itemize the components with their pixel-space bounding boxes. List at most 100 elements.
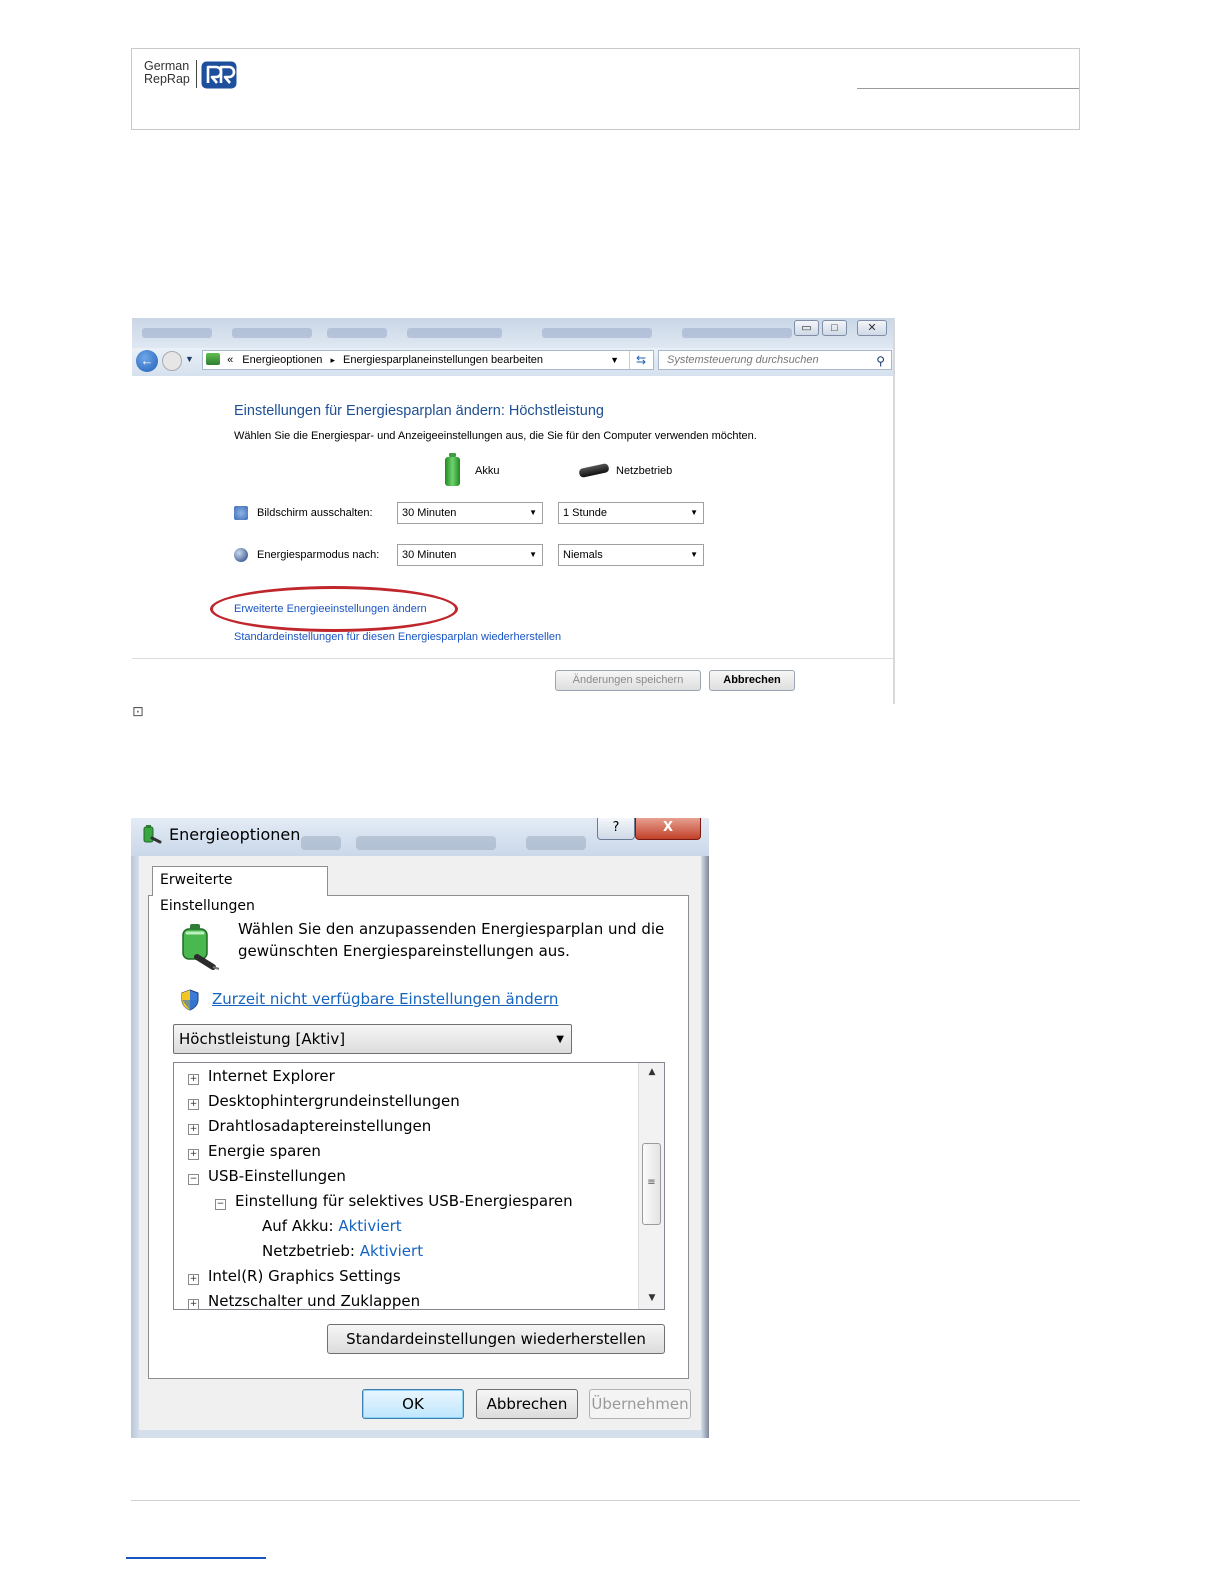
sleep-battery-select[interactable]: 30 Minuten ▼ bbox=[397, 544, 543, 566]
scrollbar-thumb[interactable]: ≡ bbox=[642, 1143, 661, 1225]
sleep-label: Energiesparmodus nach: bbox=[257, 549, 380, 561]
restore-defaults-link[interactable]: Standardeinstellungen für diesen Energie… bbox=[234, 631, 561, 643]
tree-item-sleep[interactable]: + Energie sparen bbox=[188, 1139, 321, 1164]
expand-icon[interactable]: + bbox=[188, 1274, 199, 1285]
expand-icon[interactable]: + bbox=[188, 1099, 199, 1110]
tree-item-label: Auf Akku: bbox=[262, 1217, 334, 1235]
power-plan-select[interactable]: Höchstleistung [Aktiv] ▼ bbox=[173, 1024, 572, 1054]
blurred-tab bbox=[142, 328, 212, 338]
breadcrumb-current[interactable]: Energiesparplaneinstellungen bearbeiten bbox=[343, 354, 543, 366]
display-off-plugged-select[interactable]: 1 Stunde ▼ bbox=[558, 502, 704, 524]
blurred-tab bbox=[327, 328, 387, 338]
tree-item-on-battery[interactable]: Auf Akku: Aktiviert bbox=[262, 1214, 402, 1239]
intro-text: Wählen Sie den anzupassenden Energiespar… bbox=[238, 920, 665, 960]
chevron-down-icon: ▼ bbox=[690, 550, 698, 559]
address-bar[interactable]: « Energieoptionen ▸ Energiesparplaneinst… bbox=[202, 350, 654, 370]
blurred-tab bbox=[542, 328, 652, 338]
dialog-title: Energieoptionen bbox=[169, 825, 301, 844]
plugged-in-value[interactable]: Aktiviert bbox=[360, 1242, 423, 1260]
close-button[interactable]: ✕ bbox=[857, 320, 887, 336]
history-dropdown-icon[interactable]: ▼ bbox=[185, 354, 194, 364]
display-off-battery-select[interactable]: 30 Minuten ▼ bbox=[397, 502, 543, 524]
sleep-plugged-select[interactable]: Niemals ▼ bbox=[558, 544, 704, 566]
back-button[interactable]: ← bbox=[136, 350, 158, 372]
expand-icon[interactable]: + bbox=[188, 1124, 199, 1135]
minimize-button[interactable]: ▭ bbox=[794, 320, 819, 336]
page-title: Einstellungen für Energiesparplan ändern… bbox=[234, 403, 604, 419]
dialog-frame bbox=[701, 856, 709, 1438]
on-battery-value[interactable]: Aktiviert bbox=[338, 1217, 401, 1235]
help-button[interactable]: ? bbox=[597, 818, 635, 840]
footer-divider bbox=[132, 658, 895, 659]
breadcrumb-energieoptionen[interactable]: Energieoptionen bbox=[242, 354, 322, 366]
sleep-moon-icon bbox=[234, 548, 248, 562]
page-subtitle: Wählen Sie die Energiespar- und Anzeigee… bbox=[234, 430, 757, 442]
save-changes-button[interactable]: Änderungen speichern bbox=[555, 670, 701, 691]
blurred-background bbox=[356, 836, 496, 850]
tree-item-label: Drahtlosadaptereinstellungen bbox=[208, 1117, 432, 1135]
search-input[interactable]: Systemsteuerung durchsuchen ⚲ bbox=[658, 350, 892, 370]
cancel-button[interactable]: Abbrechen bbox=[476, 1389, 578, 1419]
display-off-plugged-value: 1 Stunde bbox=[563, 507, 608, 519]
tab-advanced-settings[interactable]: Erweiterte Einstellungen bbox=[152, 866, 328, 914]
tree-item-power-buttons-lid[interactable]: + Netzschalter und Zuklappen bbox=[188, 1289, 421, 1310]
footer-link-underline[interactable] bbox=[126, 1557, 266, 1559]
restore-defaults-button[interactable]: Standardeinstellungen wiederherstellen bbox=[327, 1324, 665, 1354]
tree-item-label: Netzschalter und Zuklappen bbox=[208, 1292, 421, 1310]
ok-button[interactable]: OK bbox=[362, 1389, 464, 1419]
tree-item-wireless-adapter[interactable]: + Drahtlosadaptereinstellungen bbox=[188, 1114, 431, 1139]
display-off-label: Bildschirm ausschalten: bbox=[257, 507, 373, 519]
tree-item-desktop-background[interactable]: + Desktophintergrundeinstellungen bbox=[188, 1089, 460, 1114]
forward-button[interactable] bbox=[162, 351, 182, 371]
tree-item-label: Intel(R) Graphics Settings bbox=[208, 1267, 401, 1285]
column-plugged-label: Netzbetrieb bbox=[616, 465, 673, 477]
expand-icon[interactable]: + bbox=[188, 1149, 199, 1160]
power-plan-value: Höchstleistung [Aktiv] bbox=[179, 1030, 346, 1048]
highlight-ellipse bbox=[210, 586, 458, 632]
battery-plug-icon bbox=[182, 924, 220, 970]
column-battery-label: Akku bbox=[475, 465, 500, 477]
cancel-button[interactable]: Abbrechen bbox=[709, 670, 795, 691]
chevron-down-icon: ▼ bbox=[556, 1034, 564, 1045]
tree-item-label: USB-Einstellungen bbox=[208, 1167, 346, 1185]
tree-item-plugged-in[interactable]: Netzbetrieb: Aktiviert bbox=[262, 1239, 423, 1264]
expand-icon[interactable]: + bbox=[188, 1074, 199, 1085]
collapse-icon[interactable]: − bbox=[215, 1199, 226, 1210]
logo-line-2: RepRap bbox=[144, 72, 190, 86]
control-panel-screenshot: ▭ □ ✕ ← ▼ « Energieoptionen ▸ Energiespa… bbox=[132, 318, 895, 704]
collapse-icon[interactable]: − bbox=[188, 1174, 199, 1185]
power-options-icon bbox=[143, 825, 162, 844]
tree-item-internet-explorer[interactable]: + Internet Explorer bbox=[188, 1064, 335, 1089]
tree-item-label: Einstellung für selektives USB-Energiesp… bbox=[235, 1192, 573, 1210]
tree-item-usb-settings[interactable]: − USB-Einstellungen bbox=[188, 1164, 346, 1189]
chevron-down-icon: ▼ bbox=[529, 508, 537, 517]
window-titlebar: ▭ □ ✕ bbox=[132, 318, 895, 348]
scroll-up-arrow-icon[interactable]: ▲ bbox=[639, 1067, 664, 1077]
tree-item-intel-graphics[interactable]: + Intel(R) Graphics Settings bbox=[188, 1264, 401, 1289]
refresh-icon[interactable]: ⇆ bbox=[629, 351, 652, 369]
tree-scrollbar[interactable]: ▲ ≡ ▼ bbox=[638, 1063, 664, 1309]
sleep-plugged-value: Niemals bbox=[563, 549, 603, 561]
control-panel-icon bbox=[206, 353, 220, 365]
scroll-down-arrow-icon[interactable]: ▼ bbox=[639, 1293, 664, 1303]
tree-item-label: Energie sparen bbox=[208, 1142, 321, 1160]
change-unavailable-settings-link[interactable]: Zurzeit nicht verfügbare Einstellungen ä… bbox=[212, 990, 558, 1008]
power-plug-icon bbox=[578, 462, 610, 479]
page-header bbox=[131, 48, 1080, 130]
image-resize-icon: ⊡ bbox=[132, 704, 144, 720]
search-placeholder: Systemsteuerung durchsuchen bbox=[667, 354, 819, 366]
search-icon[interactable]: ⚲ bbox=[876, 352, 885, 370]
close-button[interactable]: X bbox=[635, 818, 701, 840]
chevron-down-icon: ▼ bbox=[529, 550, 537, 559]
maximize-button[interactable]: □ bbox=[822, 320, 847, 336]
apply-button[interactable]: Übernehmen bbox=[589, 1389, 691, 1419]
blurred-tab bbox=[407, 328, 502, 338]
blurred-background bbox=[301, 836, 341, 850]
address-dropdown-icon[interactable]: ▼ bbox=[610, 351, 619, 369]
settings-tree[interactable]: + Internet Explorer + Desktophintergrundei… bbox=[173, 1062, 665, 1310]
expand-icon[interactable]: + bbox=[188, 1299, 199, 1309]
tree-item-usb-selective-suspend[interactable]: − Einstellung für selektives USB-Energies… bbox=[215, 1189, 573, 1214]
logo-separator bbox=[196, 60, 197, 88]
footer-rule bbox=[131, 1500, 1080, 1501]
header-rule bbox=[857, 88, 1079, 89]
